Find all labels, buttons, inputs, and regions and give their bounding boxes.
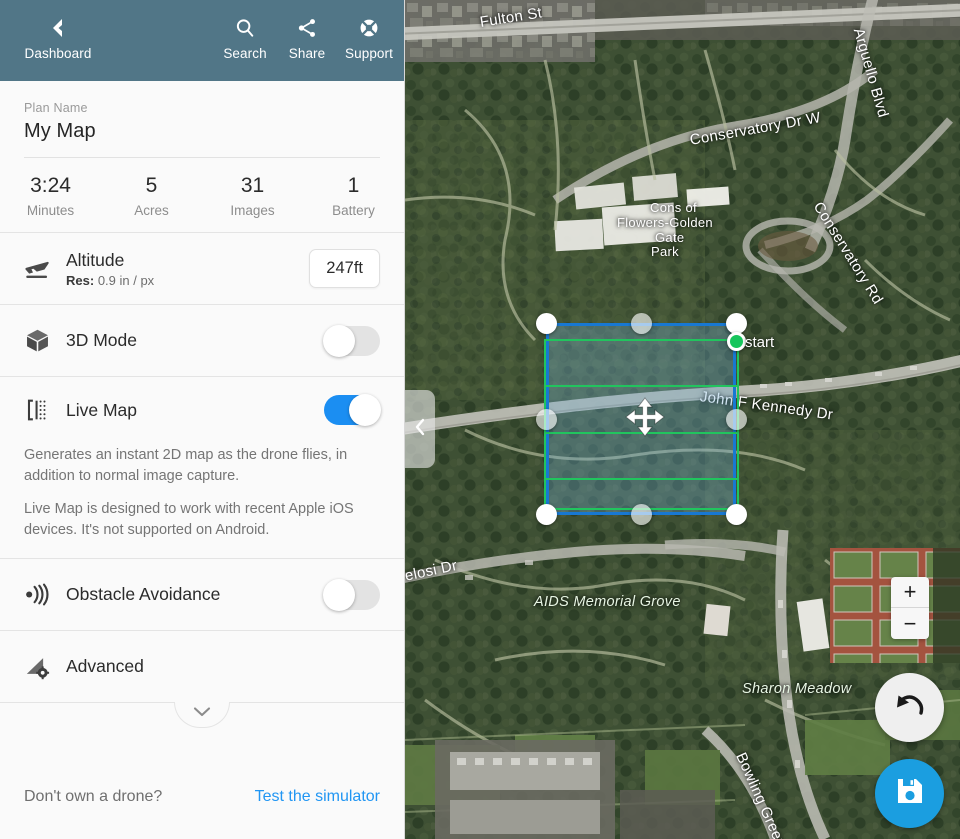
live-map-toggle[interactable] — [324, 394, 381, 426]
flight-stats: 3:24 Minutes 5 Acres 31 Images 1 Battery — [0, 158, 404, 233]
zoom-out-button[interactable]: − — [891, 608, 929, 639]
undo-button[interactable] — [875, 673, 944, 742]
chevron-left-icon — [413, 417, 427, 442]
altitude-text: Altitude Res: 0.9 in / px — [66, 250, 309, 288]
flight-path-line — [544, 478, 739, 480]
top-toolbar: Dashboard Search Share Support — [0, 0, 404, 81]
live-map-icon — [24, 397, 66, 423]
start-label: start — [745, 334, 775, 351]
stat-acres-label: Acres — [134, 203, 169, 218]
stat-acres: 5 Acres — [101, 174, 202, 218]
obstacle-avoidance-title: Obstacle Avoidance — [66, 584, 221, 605]
polygon-vertex-handle[interactable] — [726, 504, 747, 525]
altitude-title: Altitude — [66, 249, 125, 270]
settings-sidebar: Dashboard Search Share Support Plan Name… — [0, 0, 405, 839]
toolbar-actions: Search Share Support — [214, 0, 404, 61]
live-map-row[interactable]: Live Map — [24, 377, 381, 443]
drone-flight-planner: Dashboard Search Share Support Plan Name… — [0, 0, 960, 839]
live-map-section: Live Map Generates an instant 2D map as … — [0, 377, 404, 560]
advanced-row[interactable]: Advanced — [0, 631, 404, 704]
signal-waves-icon — [24, 581, 66, 608]
stat-battery-label: Battery — [332, 203, 375, 218]
stat-minutes: 3:24 Minutes — [0, 174, 101, 218]
stat-images-value: 31 — [240, 174, 265, 197]
obstacle-avoidance-toggle-knob — [323, 578, 355, 611]
search-label: Search — [223, 46, 267, 61]
live-map-title: Live Map — [66, 399, 138, 420]
3d-mode-row[interactable]: 3D Mode — [0, 305, 404, 377]
chevron-left-icon — [46, 14, 70, 42]
map-canvas[interactable]: Fulton St Arguello Blvd Conservatory Dr … — [405, 0, 960, 839]
plan-name-value[interactable]: My Map — [24, 120, 380, 143]
altitude-resolution: Res: 0.9 in / px — [66, 273, 309, 288]
move-arrows-icon[interactable] — [624, 396, 666, 443]
obstacle-avoidance-row[interactable]: Obstacle Avoidance — [0, 559, 404, 632]
polygon-vertex-handle[interactable] — [536, 504, 557, 525]
start-point-marker[interactable] — [727, 332, 746, 351]
live-map-description-1: Generates an instant 2D map as the drone… — [24, 447, 348, 484]
polygon-vertex-handle[interactable] — [726, 313, 747, 334]
no-drone-question: Don't own a drone? — [24, 787, 163, 805]
plan-name-section: Plan Name My Map — [0, 81, 404, 158]
polygon-midpoint-handle[interactable] — [536, 409, 557, 430]
share-label: Share — [288, 46, 326, 61]
flight-path-line — [544, 339, 739, 341]
search-icon — [234, 14, 256, 42]
airplane-takeoff-icon — [24, 255, 66, 282]
stat-acres-value: 5 — [145, 174, 158, 197]
map-panel-collapse-tab[interactable] — [405, 390, 435, 468]
altitude-row[interactable]: Altitude Res: 0.9 in / px 247ft — [0, 233, 404, 305]
test-simulator-link[interactable]: Test the simulator — [255, 788, 380, 806]
polygon-midpoint-handle[interactable] — [726, 409, 747, 430]
altitude-res-prefix: Res: — [66, 272, 95, 288]
undo-arrow-icon — [892, 687, 928, 728]
stat-images-label: Images — [230, 203, 275, 218]
share-icon — [296, 14, 318, 42]
zoom-in-button[interactable]: + — [891, 577, 929, 608]
flight-path-line — [544, 385, 739, 387]
stat-minutes-value: 3:24 — [30, 174, 71, 197]
stat-minutes-label: Minutes — [26, 203, 75, 218]
live-map-toggle-knob — [349, 394, 381, 426]
support-button[interactable]: Support — [338, 0, 400, 61]
save-button[interactable] — [875, 759, 944, 828]
advanced-title: Advanced — [66, 656, 144, 677]
polygon-midpoint-handle[interactable] — [631, 504, 652, 525]
stat-images: 31 Images — [202, 174, 303, 218]
chevron-down-icon — [192, 705, 212, 724]
altitude-value-button[interactable]: 247ft — [309, 249, 380, 288]
share-button[interactable]: Share — [276, 0, 338, 61]
3d-mode-toggle[interactable] — [323, 324, 380, 357]
3d-mode-title: 3D Mode — [66, 330, 138, 350]
stat-battery: 1 Battery — [303, 174, 404, 218]
sidebar-footer: Don't own a drone? Test the simulator — [0, 753, 404, 839]
polygon-vertex-handle[interactable] — [536, 313, 557, 334]
stat-battery-value: 1 — [347, 174, 360, 197]
zoom-controls[interactable]: + − — [891, 577, 929, 639]
polygon-midpoint-handle[interactable] — [631, 313, 652, 334]
3d-mode-toggle-knob — [323, 324, 355, 357]
life-ring-icon — [358, 14, 380, 42]
cube-icon — [24, 327, 66, 354]
search-button[interactable]: Search — [214, 0, 276, 61]
dashboard-back-button[interactable]: Dashboard — [0, 0, 116, 61]
floppy-disk-icon — [894, 775, 926, 812]
altitude-res-value: 0.9 in / px — [97, 272, 155, 288]
live-map-description-2: Live Map is designed to work with recent… — [24, 501, 354, 538]
obstacle-avoidance-toggle[interactable] — [323, 578, 380, 611]
support-label: Support — [345, 46, 393, 61]
dashboard-label: Dashboard — [24, 46, 92, 61]
plan-name-label: Plan Name — [24, 101, 88, 115]
ramp-gear-icon — [24, 653, 66, 680]
